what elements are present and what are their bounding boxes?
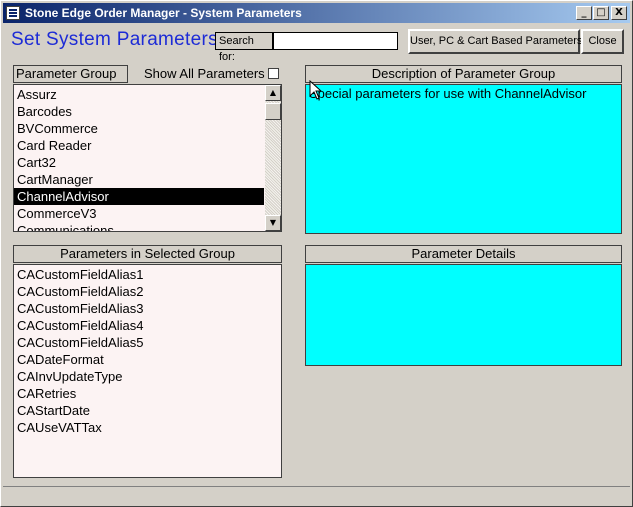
list-item[interactable]: ChannelAdvisor xyxy=(14,188,264,205)
scroll-down-icon[interactable]: ▼ xyxy=(265,215,281,231)
close-button[interactable]: Close xyxy=(581,29,624,54)
parameter-details-header: Parameter Details xyxy=(305,245,622,263)
search-label: Search for: xyxy=(215,32,273,63)
group-list-scrollbar[interactable]: ▲ ▼ xyxy=(265,85,281,231)
list-item[interactable]: CACustomFieldAlias3 xyxy=(14,300,281,317)
list-item[interactable]: CACustomFieldAlias2 xyxy=(14,283,281,300)
scroll-thumb[interactable] xyxy=(265,103,281,120)
form-icon[interactable] xyxy=(6,6,20,20)
list-item[interactable]: Barcodes xyxy=(14,103,264,120)
system-parameters-window: Stone Edge Order Manager - System Parame… xyxy=(0,0,633,507)
window-title: Stone Edge Order Manager - System Parame… xyxy=(25,6,302,20)
close-window-button[interactable]: X xyxy=(611,6,627,20)
list-item[interactable]: CommerceV3 xyxy=(14,205,264,222)
show-all-parameters-label: Show All Parameters xyxy=(144,66,265,81)
list-item[interactable]: CACustomFieldAlias4 xyxy=(14,317,281,334)
description-header: Description of Parameter Group xyxy=(305,65,622,83)
page-title: Set System Parameters xyxy=(11,29,218,50)
description-panel: Special parameters for use with ChannelA… xyxy=(305,84,622,234)
user-pc-cart-parameters-button[interactable]: User, PC & Cart Based Parameters xyxy=(408,29,582,54)
list-item[interactable]: CADateFormat xyxy=(14,351,281,368)
search-input[interactable] xyxy=(273,32,398,50)
parameter-details-panel xyxy=(305,264,622,366)
list-item[interactable]: Card Reader xyxy=(14,137,264,154)
status-divider xyxy=(3,486,630,487)
parameter-group-header: Parameter Group xyxy=(13,65,128,83)
list-item[interactable]: Communications xyxy=(14,222,264,231)
mouse-pointer-icon xyxy=(309,80,323,100)
list-item[interactable]: CARetries xyxy=(14,385,281,402)
list-item[interactable]: CartManager xyxy=(14,171,264,188)
scroll-up-icon[interactable]: ▲ xyxy=(265,85,281,101)
title-bar[interactable]: Stone Edge Order Manager - System Parame… xyxy=(3,3,630,23)
minimize-button[interactable]: _ xyxy=(576,6,592,20)
parameters-list[interactable]: CACustomFieldAlias1 CACustomFieldAlias2 CA… xyxy=(13,264,282,478)
description-text: Special parameters for use with ChannelA… xyxy=(309,86,587,101)
list-item[interactable]: CACustomFieldAlias5 xyxy=(14,334,281,351)
list-item[interactable]: CACustomFieldAlias1 xyxy=(14,266,281,283)
list-item[interactable]: Assurz xyxy=(14,86,264,103)
maximize-button[interactable]: □ xyxy=(593,6,609,20)
parameter-group-list[interactable]: Assurz Barcodes BVCommerce Card Reader Cart3… xyxy=(13,84,282,232)
list-item[interactable]: CAStartDate xyxy=(14,402,281,419)
list-item[interactable]: CAInvUpdateType xyxy=(14,368,281,385)
show-all-parameters-checkbox[interactable] xyxy=(268,68,279,79)
list-item[interactable]: Cart32 xyxy=(14,154,264,171)
list-item[interactable]: BVCommerce xyxy=(14,120,264,137)
list-item[interactable]: CAUseVATTax xyxy=(14,419,281,436)
parameters-header: Parameters in Selected Group xyxy=(13,245,282,263)
